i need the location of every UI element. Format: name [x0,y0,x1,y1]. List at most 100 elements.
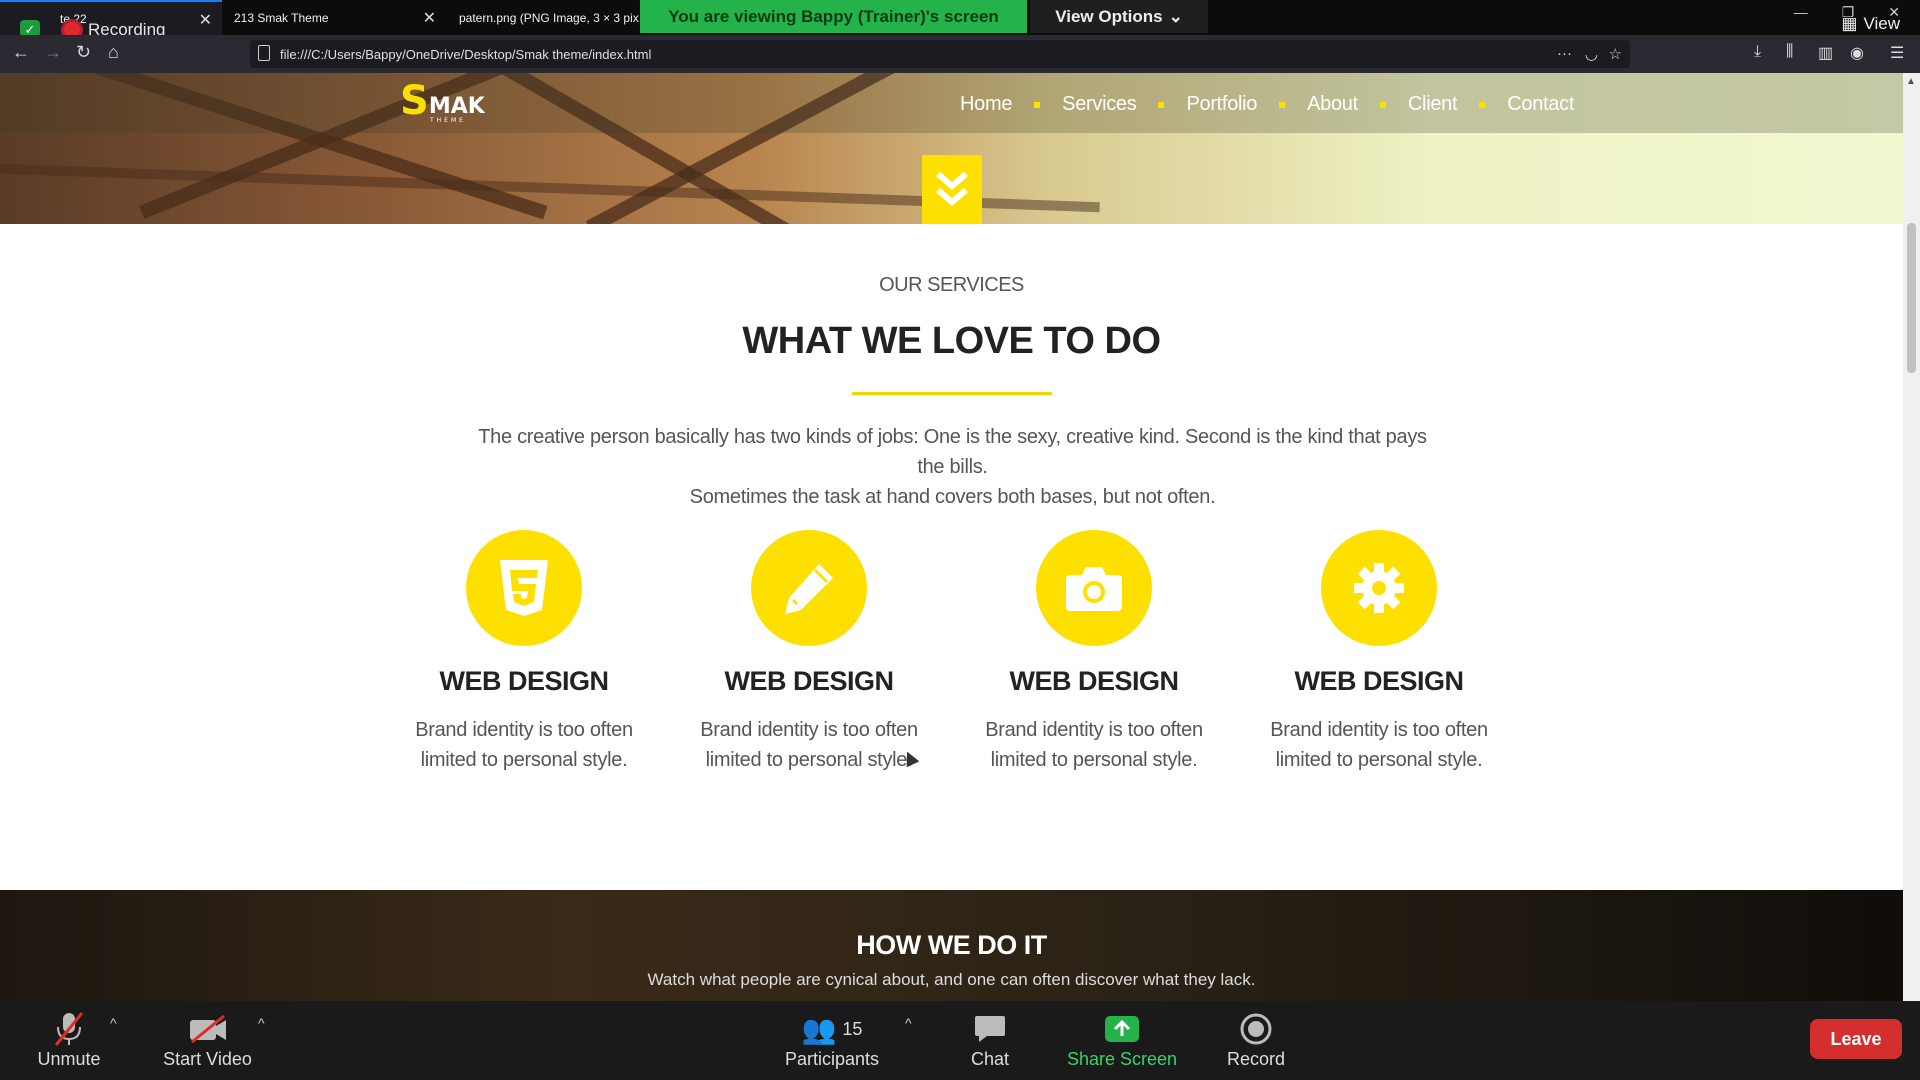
service-title: WEB DESIGN [439,666,609,696]
tab-2[interactable]: 213 Smak Theme ✕ [224,0,446,35]
close-tab-icon[interactable]: ✕ [423,8,436,28]
forward-icon[interactable]: → [44,42,62,63]
service-card: WEB DESIGN Brand identity is too often l… [1259,530,1499,775]
section-heading: WHAT WE LOVE TO DO [742,320,1161,362]
page-scrollbar[interactable]: ▲ [1903,73,1920,1001]
nav-separator [1158,101,1165,108]
participants-caret-icon[interactable]: ^ [905,1015,912,1031]
nav-client[interactable]: Client [1408,93,1458,116]
record-button[interactable]: Record [1220,1009,1292,1070]
nav-about[interactable]: About [1307,93,1358,116]
browser-tab-bar: te 22 ✕ 213 Smak Theme ✕ patern.png (PNG… [0,0,1920,42]
service-text-line: limited to personal style. [705,749,913,771]
service-text-line: limited to personal style. [420,749,628,771]
service-icon-circle [466,530,582,646]
double-chevron-down-icon [936,171,968,206]
services-section: OUR SERVICES WHAT WE LOVE TO DO The crea… [0,224,1903,964]
scroll-up-icon[interactable]: ▲ [1906,76,1916,87]
chat-icon [958,1009,1022,1049]
service-text-line: Brand identity is too often [985,719,1203,741]
service-icon-circle [1036,530,1152,646]
service-icon-circle [1321,530,1437,646]
site-nav: Home Services Portfolio About Client Con… [960,93,1574,116]
view-options-label: View Options [1055,6,1163,26]
nav-home[interactable]: Home [960,93,1012,116]
view-button[interactable]: ▦ View [1841,14,1900,34]
site-header: S MAK THEME Home Services Portfolio Abou… [0,73,1903,133]
participants-icon-row: 👥 15 [780,1009,884,1049]
sidebar-icon[interactable]: ▥ [1818,43,1833,63]
reload-icon[interactable]: ↻ [76,42,91,63]
start-video-label: Start Video [163,1049,252,1069]
logo-letter: S [400,78,429,124]
service-card: WEB DESIGN Brand identity is too often l… [689,530,929,775]
leave-button[interactable]: Leave [1810,1019,1902,1059]
service-card: WEB DESIGN Brand identity is too often l… [974,530,1214,775]
participants-label: Participants [784,1049,880,1069]
library-icon[interactable]: ⫼ [1786,43,1793,61]
menu-icon[interactable]: ☰ [1890,43,1904,63]
meeting-toolbar: Unmute ^ Start Video ^ 👥 15 Participants… [0,1001,1920,1080]
service-text: Brand identity is too often limited to p… [974,715,1214,775]
video-options-caret-icon[interactable]: ^ [258,1015,265,1031]
unmute-button[interactable]: Unmute [28,1009,110,1070]
nav-contact[interactable]: Contact [1507,93,1574,116]
section-eyebrow: OUR SERVICES [879,274,1024,296]
nav-services[interactable]: Services [1062,93,1137,116]
service-text-line: Brand identity is too often [1270,719,1488,741]
minimize-icon[interactable]: — [1794,4,1808,21]
service-card: WEB DESIGN Brand identity is too often l… [404,530,644,775]
scroll-down-button[interactable] [922,155,982,224]
page-icon [258,45,270,61]
nav-separator [1279,101,1286,108]
service-text: Brand identity is too often limited to p… [404,715,644,775]
grid-icon: ▦ [1841,14,1858,33]
logo-subtext: THEME [430,117,466,124]
unmute-label: Unmute [37,1049,101,1069]
view-options-button[interactable]: View Options ⌄ [1030,0,1208,33]
audio-options-caret-icon[interactable]: ^ [110,1015,117,1031]
service-icon-circle [751,530,867,646]
tab-3[interactable]: patern.png (PNG Image, 3 × 3 pixe [449,0,639,35]
description-line: Sometimes the task at hand covers both b… [689,486,1216,508]
service-title: WEB DESIGN [1009,666,1179,696]
start-video-button[interactable]: Start Video [155,1009,260,1070]
service-text-line: Brand identity is too often [415,719,633,741]
chevron-down-icon: ⌄ [1168,6,1183,26]
download-icon[interactable]: ⤓ [1754,43,1761,61]
service-text: Brand identity is too often limited to p… [689,715,929,775]
account-icon[interactable]: ◉ [1850,43,1864,63]
chat-button[interactable]: Chat [958,1009,1022,1070]
share-screen-icon [1060,1009,1184,1049]
video-off-icon [155,1009,260,1049]
service-text-line: limited to personal style. [990,749,1198,771]
service-text: Brand identity is too often limited to p… [1259,715,1499,775]
url-text: file:///C:/Users/Bappy/OneDrive/Desktop/… [280,46,652,62]
back-icon[interactable]: ← [12,42,30,63]
url-bar[interactable]: file:///C:/Users/Bappy/OneDrive/Desktop/… [250,40,1630,68]
nav-separator [1479,101,1486,108]
close-tab-icon[interactable]: ✕ [199,10,212,30]
site-logo[interactable]: S MAK THEME [400,78,485,124]
nav-separator [1034,101,1041,108]
participants-icon: 👥 [801,1013,837,1045]
hero-banner: S MAK THEME Home Services Portfolio Abou… [0,73,1903,224]
participants-button[interactable]: 👥 15 Participants [780,1009,884,1070]
nav-portfolio[interactable]: Portfolio [1186,93,1257,116]
record-label: Record [1226,1049,1286,1069]
share-screen-button[interactable]: Share Screen [1060,1009,1184,1070]
chat-label: Chat [970,1049,1010,1069]
home-icon[interactable]: ⌂ [108,42,119,63]
how-we-do-it-section: HOW WE DO IT Watch what people are cynic… [0,890,1903,1001]
pencil-icon [785,564,833,614]
bookmark-star-icon[interactable]: ☆ [1609,45,1622,63]
view-label: View [1863,14,1900,33]
share-screen-label: Share Screen [1066,1049,1178,1069]
camera-icon [1066,567,1122,611]
scrollbar-thumb[interactable] [1907,223,1916,373]
pocket-icon[interactable]: ◡ [1585,45,1598,63]
more-icon[interactable]: ··· [1557,45,1572,62]
service-text-line: Brand identity is too often [700,719,918,741]
service-title: WEB DESIGN [724,666,894,696]
participants-count: 15 [842,1018,863,1039]
